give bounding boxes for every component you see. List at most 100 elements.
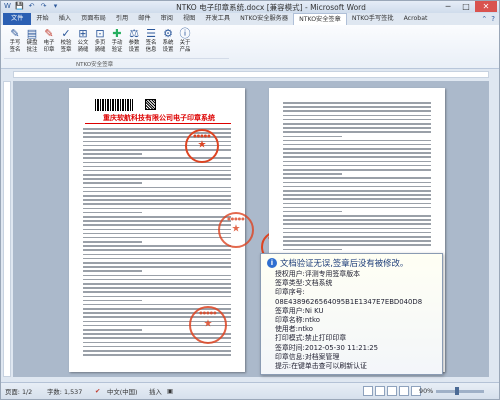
tab-0[interactable]: 文件 — [3, 13, 32, 25]
ribbon-button-icon: ⊞ — [78, 27, 88, 40]
ribbon-button-label: 公文 — [77, 40, 89, 46]
tab-6[interactable]: 审阅 — [156, 13, 178, 25]
tab-4[interactable]: 引用 — [111, 13, 133, 25]
seal-arc: ●●●●● — [193, 133, 211, 138]
text-line — [283, 118, 431, 121]
outline-view-button[interactable] — [399, 386, 409, 396]
help-icon[interactable]: ? — [491, 13, 495, 25]
text-line — [83, 153, 143, 155]
seal-star-icon: ★ — [197, 139, 207, 151]
vertical-ruler — [3, 81, 11, 377]
language-indicator[interactable]: 中文(中国) — [107, 387, 138, 396]
text-line — [283, 114, 431, 117]
tooltip-details: 授权用户:评测专用签章版本 签章类型:文档系统 印章序号: 08E4389626564… — [267, 270, 436, 371]
redo-icon[interactable]: ↷ — [39, 2, 48, 11]
tab-7[interactable]: 视图 — [178, 13, 200, 25]
ribbon-button-label: 签章 — [60, 47, 72, 53]
text-line — [83, 211, 143, 214]
window-title: NTKO 电子印章系统.docx [兼容模式] - Microsoft Word — [176, 3, 366, 12]
text-line — [283, 156, 431, 159]
ribbon-button-4[interactable]: ⊞ 公文 骑缝 — [75, 27, 91, 54]
ribbon-button-icon: ✚ — [112, 27, 122, 40]
ribbon-button-3[interactable]: ✓ 校验 签章 — [58, 27, 74, 54]
tab-11[interactable]: NTKO手写签批 — [347, 13, 399, 25]
page-count[interactable]: 页面: 1/2 — [5, 387, 32, 396]
customize-qat-icon[interactable]: ▾ — [51, 2, 60, 11]
tab-5[interactable]: 邮件 — [133, 13, 155, 25]
tab-9[interactable]: NTKO安全服务器 — [235, 13, 293, 25]
tab-2[interactable]: 插入 — [54, 13, 76, 25]
tab-1[interactable]: 开始 — [31, 13, 53, 25]
web-layout-view-button[interactable] — [387, 386, 397, 396]
text-line — [283, 164, 431, 167]
text-line — [283, 173, 343, 175]
insert-mode[interactable]: 插入 — [149, 387, 162, 396]
text-line — [83, 228, 231, 231]
zoom-slider-handle[interactable] — [455, 387, 459, 395]
ribbon: ✎ 手写 签名 ▤ 键盘 批注 ✎ 电子 印章 ✓ 校验 签章 ⊞ 公文 骑缝 ⊡ 多页 骑缝 ✚ 手动 验证 ⚖ 参数 设置… — [1, 25, 499, 69]
ribbon-button-2[interactable]: ✎ 电子 印章 — [41, 27, 57, 54]
ribbon-button-9[interactable]: ⚙ 系统 设置 — [160, 27, 176, 54]
zoom-level[interactable]: 90% — [419, 387, 433, 395]
text-line — [83, 169, 231, 172]
ribbon-button-label: 批注 — [26, 47, 38, 53]
ribbon-button-icon: ⚙ — [163, 27, 173, 40]
red-seal-stamp[interactable]: ●●●●●★ — [185, 129, 219, 163]
ribbon-button-1[interactable]: ▤ 键盘 批注 — [24, 27, 40, 54]
ribbon-button-8[interactable]: ☰ 签名 信息 — [143, 27, 159, 54]
tab-3[interactable]: 页面布局 — [76, 13, 111, 25]
zoom-slider[interactable] — [436, 390, 484, 393]
proofing-icon[interactable]: ✔ — [95, 387, 100, 395]
ribbon-button-label: 系统 — [162, 40, 174, 46]
ribbon-button-10[interactable]: ⓘ 关于 产品 — [177, 27, 193, 54]
text-line — [83, 182, 143, 185]
word-count[interactable]: 字数: 1,537 — [47, 387, 82, 396]
ribbon-button-6[interactable]: ✚ 手动 验证 — [109, 27, 125, 54]
text-line — [83, 190, 231, 193]
text-line — [283, 122, 431, 125]
text-line — [283, 219, 431, 221]
ribbon-button-icon: ✎ — [10, 27, 20, 40]
print-layout-view-button[interactable] — [363, 386, 373, 396]
text-line — [83, 282, 231, 285]
maximize-button[interactable]: □ — [457, 1, 475, 12]
text-line — [83, 174, 231, 176]
text-line — [83, 354, 231, 356]
ribbon-button-5[interactable]: ⊡ 多页 骑缝 — [92, 27, 108, 54]
text-line — [283, 189, 431, 192]
seal-arc: ●●●●● — [227, 216, 245, 221]
ribbon-button-7[interactable]: ⚖ 参数 设置 — [126, 27, 142, 54]
undo-icon[interactable]: ↶ — [27, 2, 36, 11]
text-line — [283, 143, 431, 146]
tab-10[interactable]: NTKO安全签章 — [293, 13, 347, 25]
window-controls: ─ □ ✕ — [439, 1, 497, 12]
tooltip-row: 签章用户:Ni KU — [275, 306, 324, 315]
minimize-button[interactable]: ─ — [439, 1, 457, 12]
text-line — [283, 106, 431, 108]
ribbon-button-label: 关于 — [179, 40, 191, 46]
ribbon-group-divider — [4, 58, 229, 59]
tab-8[interactable]: 开发工具 — [200, 13, 235, 25]
full-screen-view-button[interactable] — [375, 386, 385, 396]
text-line — [283, 231, 431, 234]
collapse-ribbon-icon[interactable]: ⌃ — [481, 13, 487, 25]
text-line — [283, 131, 431, 133]
red-seal-stamp[interactable]: ●●●●●★ — [189, 306, 227, 344]
title-bar: W 💾 ↶ ↷ ▾ NTKO 电子印章系统.docx [兼容模式] - Micr… — [1, 1, 499, 13]
text-line — [283, 236, 431, 238]
ribbon-button-label: 骑缝 — [94, 47, 106, 53]
text-line — [83, 215, 231, 218]
save-icon[interactable]: 💾 — [15, 2, 24, 11]
word-window: W 💾 ↶ ↷ ▾ NTKO 电子印章系统.docx [兼容模式] - Micr… — [0, 0, 500, 400]
text-line — [83, 224, 231, 226]
macro-record-icon[interactable]: ▣ — [167, 387, 173, 395]
close-button[interactable]: ✕ — [475, 1, 497, 12]
text-line — [83, 245, 231, 247]
horizontal-ruler — [13, 71, 489, 78]
text-line — [283, 206, 431, 209]
tooltip-row: 08E4389626564095B1E1347E7EBD040D8 — [275, 297, 423, 306]
red-seal-stamp[interactable]: ●●●●●★ — [218, 212, 254, 248]
text-line — [83, 236, 231, 239]
tab-12[interactable]: Acrobat — [399, 13, 433, 25]
ribbon-button-0[interactable]: ✎ 手写 签名 — [7, 27, 23, 54]
